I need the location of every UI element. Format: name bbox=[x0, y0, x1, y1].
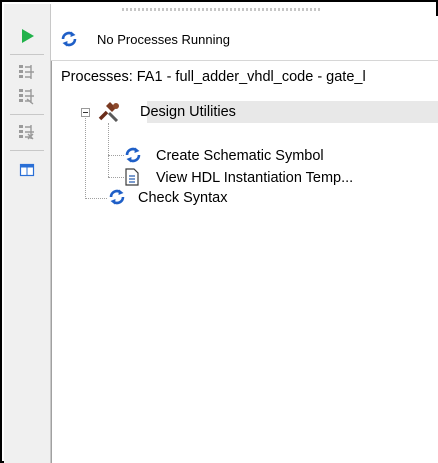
processes-window: No Processes Running Processes: FA1 - fu… bbox=[0, 0, 438, 463]
collapse-toggle[interactable] bbox=[81, 108, 90, 117]
rerun-icon bbox=[19, 65, 34, 79]
tree-item-view-hdl-template[interactable]: View HDL Instantiation Temp... bbox=[124, 167, 353, 189]
rerun-all-button[interactable] bbox=[10, 84, 44, 108]
tree-connector bbox=[108, 177, 124, 178]
status-text: No Processes Running bbox=[97, 32, 230, 47]
tree-item-label: Check Syntax bbox=[138, 190, 228, 206]
tree-item-create-schematic-symbol[interactable]: Create Schematic Symbol bbox=[124, 145, 324, 167]
document-icon bbox=[124, 168, 144, 188]
tree-item-design-utilities[interactable]: Design Utilities bbox=[98, 101, 236, 123]
tree-connector bbox=[85, 109, 86, 199]
toolbar-separator bbox=[10, 114, 44, 115]
panel-grip[interactable] bbox=[122, 8, 322, 11]
window-icon bbox=[19, 163, 35, 177]
tree-connector bbox=[85, 198, 107, 199]
run-button[interactable] bbox=[10, 24, 44, 48]
refresh-icon bbox=[60, 30, 78, 53]
view-button[interactable] bbox=[10, 158, 44, 182]
toolbar-separator bbox=[10, 54, 44, 55]
tree-connector bbox=[108, 155, 124, 156]
process-toolbar bbox=[4, 4, 51, 463]
rerun-all-icon bbox=[19, 89, 34, 105]
process-status-bar: No Processes Running bbox=[51, 16, 438, 61]
refresh-icon bbox=[108, 188, 128, 208]
refresh-icon bbox=[124, 146, 144, 166]
rerun-button[interactable] bbox=[10, 60, 44, 84]
processes-header: Processes: FA1 - full_adder_vhdl_code - … bbox=[61, 69, 366, 85]
tree-connector bbox=[108, 123, 109, 177]
toolbar-separator bbox=[10, 150, 44, 151]
play-icon bbox=[22, 29, 34, 43]
tree-item-label: View HDL Instantiation Temp... bbox=[156, 170, 354, 186]
tree-item-label: Create Schematic Symbol bbox=[156, 148, 324, 164]
tree-item-label: Design Utilities bbox=[140, 104, 236, 120]
tree-item-check-syntax[interactable]: Check Syntax bbox=[108, 187, 227, 209]
tools-icon bbox=[98, 102, 119, 123]
stop-icon bbox=[19, 125, 34, 140]
processes-panel: Processes: FA1 - full_adder_vhdl_code - … bbox=[51, 61, 438, 463]
stop-button[interactable] bbox=[10, 120, 44, 144]
